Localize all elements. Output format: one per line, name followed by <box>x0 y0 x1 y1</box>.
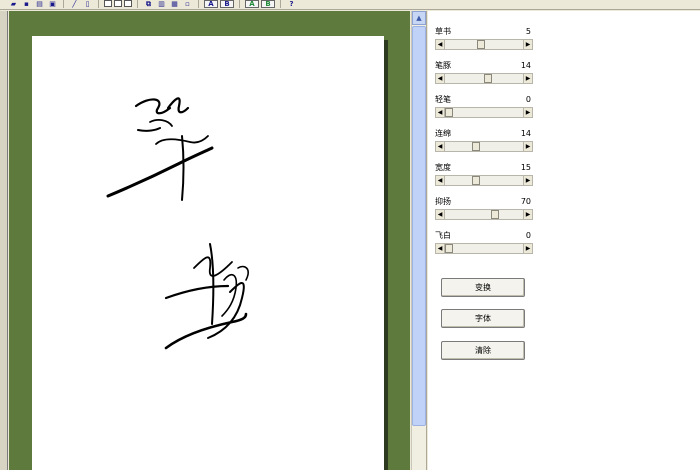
param-label: 飞白 <box>435 231 451 240</box>
text-color-a-button[interactable]: A <box>204 0 218 8</box>
font-button[interactable]: 字体 <box>441 309 525 328</box>
help-icon[interactable]: ? <box>286 0 297 8</box>
slider-left-arrow-icon[interactable]: ◀ <box>436 142 445 151</box>
param-slider[interactable]: ◀ ▶ <box>435 107 533 118</box>
param-label: 宽度 <box>435 163 451 172</box>
slider-left-arrow-icon[interactable]: ◀ <box>436 210 445 219</box>
param-slider[interactable]: ◀ ▶ <box>435 141 533 152</box>
toolbar-separator <box>239 0 240 8</box>
param-row: 连绵 14 ◀ ▶ <box>435 129 535 159</box>
scroll-up-icon[interactable]: ▲ <box>412 11 426 25</box>
param-slider[interactable]: ◀ ▶ <box>435 39 533 50</box>
slider-thumb[interactable] <box>445 108 453 117</box>
copy-icon[interactable]: ⧉ <box>143 0 154 8</box>
param-value: 0 <box>525 231 531 240</box>
toolbar-separator <box>280 0 281 8</box>
slider-left-arrow-icon[interactable]: ◀ <box>436 40 445 49</box>
settings-panel: 草书 5 ◀ ▶ 笔豚 14 ◀ ▶ 轻笔 0 ◀ ▶ 连绵 14 ◀ ▶ 宽度 15 ◀ ▶ 抑扬 70 ◀ ▶ 飞白 0 ◀ ▶ … <box>428 11 700 470</box>
paste-icon[interactable]: ▥ <box>156 0 167 8</box>
param-value: 0 <box>525 95 531 104</box>
vertical-scrollbar[interactable]: ▲ <box>411 11 426 470</box>
param-row: 笔豚 14 ◀ ▶ <box>435 61 535 91</box>
param-label: 抑扬 <box>435 197 451 206</box>
slider-right-arrow-icon[interactable]: ▶ <box>523 244 532 253</box>
image-icon[interactable]: ▦ <box>169 0 180 8</box>
slider-thumb[interactable] <box>477 40 485 49</box>
paper-sheet[interactable] <box>32 36 384 470</box>
print-icon[interactable]: ▤ <box>34 0 45 8</box>
open-icon[interactable]: ▰ <box>8 0 19 8</box>
param-slider[interactable]: ◀ ▶ <box>435 243 533 254</box>
toolbar-separator <box>98 0 99 8</box>
param-label: 草书 <box>435 27 451 36</box>
slider-thumb[interactable] <box>472 176 480 185</box>
pen-icon[interactable]: ╱ <box>69 0 80 8</box>
text-color-b-button[interactable]: B <box>220 0 234 8</box>
param-value: 14 <box>520 129 531 138</box>
slider-thumb[interactable] <box>491 210 499 219</box>
left-edge <box>0 11 8 470</box>
layout-double-icon[interactable] <box>114 0 122 7</box>
param-label: 笔豚 <box>435 61 451 70</box>
save-icon[interactable]: ▪ <box>21 0 32 8</box>
param-row: 轻笔 0 ◀ ▶ <box>435 95 535 125</box>
canvas-area <box>9 11 410 470</box>
toolbar-separator <box>198 0 199 8</box>
param-slider[interactable]: ◀ ▶ <box>435 209 533 220</box>
slider-left-arrow-icon[interactable]: ◀ <box>436 108 445 117</box>
slider-thumb[interactable] <box>445 244 453 253</box>
blank-icon[interactable]: ▫ <box>182 0 193 8</box>
slider-right-arrow-icon[interactable]: ▶ <box>523 108 532 117</box>
fill-color-b-button[interactable]: B <box>261 0 275 8</box>
page-icon[interactable]: ▯ <box>82 0 93 8</box>
slider-left-arrow-icon[interactable]: ◀ <box>436 176 445 185</box>
param-label: 轻笔 <box>435 95 451 104</box>
param-value: 5 <box>525 27 531 36</box>
fill-color-a-button[interactable]: A <box>245 0 259 8</box>
slider-right-arrow-icon[interactable]: ▶ <box>523 210 532 219</box>
slider-right-arrow-icon[interactable]: ▶ <box>523 40 532 49</box>
toolbar: ▰ ▪ ▤ ▣ ╱ ▯ ⧉ ▥ ▦ ▫ A B A B ? <box>0 0 700 10</box>
param-row: 草书 5 ◀ ▶ <box>435 27 535 57</box>
slider-thumb[interactable] <box>472 142 480 151</box>
param-row: 抑扬 70 ◀ ▶ <box>435 197 535 227</box>
param-slider[interactable]: ◀ ▶ <box>435 73 533 84</box>
toolbar-separator <box>137 0 138 8</box>
param-label: 连绵 <box>435 129 451 138</box>
param-row: 宽度 15 ◀ ▶ <box>435 163 535 193</box>
param-value: 70 <box>520 197 531 206</box>
slider-left-arrow-icon[interactable]: ◀ <box>436 244 445 253</box>
layout-single-icon[interactable] <box>104 0 112 7</box>
slider-left-arrow-icon[interactable]: ◀ <box>436 74 445 83</box>
param-row: 飞白 0 ◀ ▶ <box>435 231 535 261</box>
preview-icon[interactable]: ▣ <box>47 0 58 8</box>
param-slider[interactable]: ◀ ▶ <box>435 175 533 186</box>
calligraphy-drawing <box>106 97 249 350</box>
scroll-thumb[interactable] <box>412 26 426 426</box>
param-value: 15 <box>520 163 531 172</box>
transform-button[interactable]: 变换 <box>441 278 525 297</box>
param-value: 14 <box>520 61 531 70</box>
toolbar-separator <box>63 0 64 8</box>
clear-button[interactable]: 清除 <box>441 341 525 360</box>
layout-triple-icon[interactable] <box>124 0 132 7</box>
slider-thumb[interactable] <box>484 74 492 83</box>
slider-right-arrow-icon[interactable]: ▶ <box>523 176 532 185</box>
slider-right-arrow-icon[interactable]: ▶ <box>523 74 532 83</box>
slider-right-arrow-icon[interactable]: ▶ <box>523 142 532 151</box>
